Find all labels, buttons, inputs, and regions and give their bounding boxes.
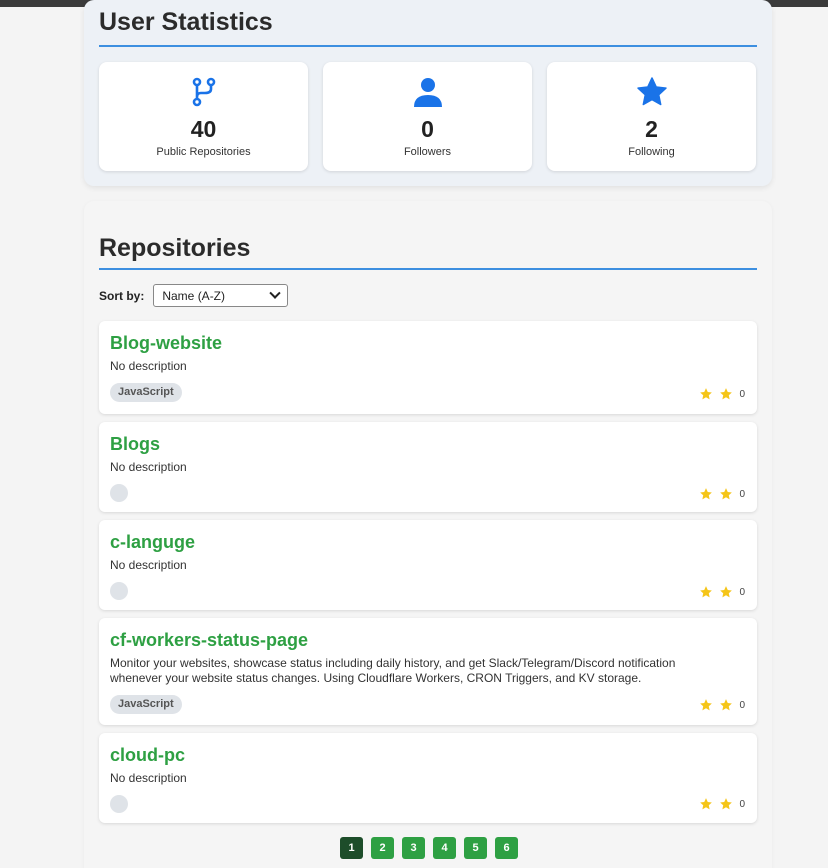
- stat-card-followers: 0 Followers: [323, 62, 532, 171]
- page-button-5[interactable]: 5: [464, 837, 487, 859]
- star-icon: [700, 388, 713, 400]
- language-badge: JavaScript: [110, 383, 182, 402]
- star-icon: [720, 798, 733, 810]
- stat-value-repositories: 40: [190, 116, 217, 142]
- page-button-6[interactable]: 6: [495, 837, 518, 859]
- repo-description: No description: [110, 771, 187, 785]
- repositories-panel: Repositories Sort by: Name (A-Z) Blog-we…: [84, 201, 772, 868]
- repo-card: c-languge No description 0: [99, 520, 757, 610]
- repo-stars: 0: [699, 487, 745, 501]
- stat-label-followers: Followers: [403, 146, 452, 158]
- page-button-3[interactable]: 3: [402, 837, 425, 859]
- language-badge-empty: [110, 484, 128, 502]
- repo-stars: 0: [699, 585, 745, 599]
- stat-label-repositories: Public Repositories: [156, 146, 251, 158]
- repositories-title: Repositories: [99, 234, 757, 270]
- sort-select[interactable]: Name (A-Z): [153, 284, 289, 307]
- star-count: 0: [739, 586, 745, 598]
- repo-name-link[interactable]: c-languge: [110, 532, 195, 553]
- star-icon: [720, 586, 733, 598]
- stat-label-following: Following: [628, 146, 675, 158]
- stat-value-following: 2: [645, 116, 658, 142]
- stat-card-following: 2 Following: [547, 62, 756, 171]
- repo-card: cloud-pc No description 0: [99, 733, 757, 823]
- sort-selected-value: Name (A-Z): [162, 288, 226, 303]
- page-button-4[interactable]: 4: [433, 837, 456, 859]
- star-icon: [700, 699, 713, 711]
- repo-name-link[interactable]: Blog-website: [110, 333, 222, 354]
- sort-label: Sort by:: [99, 288, 145, 303]
- star-icon: [636, 77, 667, 106]
- user-icon: [413, 78, 442, 107]
- language-badge-empty: [110, 795, 128, 813]
- language-badge: JavaScript: [110, 695, 182, 714]
- sort-row: Sort by: Name (A-Z): [99, 284, 289, 307]
- stat-value-followers: 0: [421, 116, 434, 142]
- chevron-down-icon: [269, 287, 282, 299]
- star-icon: [700, 798, 713, 810]
- stat-card-repositories: 40 Public Repositories: [99, 62, 308, 171]
- repo-card: cf-workers-status-page Monitor your webs…: [99, 618, 757, 725]
- star-count: 0: [739, 798, 745, 810]
- repo-name-link[interactable]: cloud-pc: [110, 745, 185, 766]
- star-count: 0: [739, 699, 745, 711]
- repo-description: No description: [110, 460, 187, 474]
- star-icon: [720, 388, 733, 400]
- repo-description: No description: [110, 558, 187, 572]
- fork-icon: [192, 77, 215, 107]
- repo-card: Blogs No description 0: [99, 422, 757, 512]
- stats-title: User Statistics: [99, 8, 757, 47]
- star-icon: [720, 488, 733, 500]
- star-icon: [700, 586, 713, 598]
- page-button-2[interactable]: 2: [371, 837, 394, 859]
- star-icon: [700, 488, 713, 500]
- repo-description: No description: [110, 359, 187, 373]
- repo-stars: 0: [699, 698, 745, 712]
- page-button-1[interactable]: 1: [340, 837, 363, 859]
- language-badge-empty: [110, 582, 128, 600]
- repo-stars: 0: [699, 797, 745, 811]
- star-icon: [720, 699, 733, 711]
- star-count: 0: [739, 488, 745, 500]
- user-statistics-panel: User Statistics 40 Public Repositories 0…: [84, 0, 772, 186]
- pagination: 1 2 3 4 5 6: [340, 837, 518, 859]
- repo-description: Monitor your websites, showcase status i…: [110, 656, 676, 685]
- repo-name-link[interactable]: cf-workers-status-page: [110, 630, 308, 651]
- repo-name-link[interactable]: Blogs: [110, 434, 160, 455]
- repo-stars: 0: [699, 387, 745, 401]
- repo-card: Blog-website No description JavaScript 0: [99, 321, 757, 414]
- star-count: 0: [739, 388, 745, 400]
